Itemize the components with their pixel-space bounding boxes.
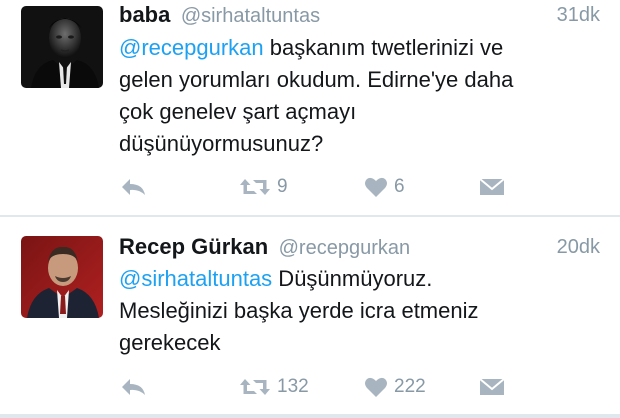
display-name[interactable]: baba — [119, 2, 170, 27]
tweet-header: Recep Gürkan @recepgurkan 20dk — [119, 234, 600, 264]
direct-message-button[interactable] — [479, 172, 505, 202]
tweet-header: baba @sirhataltuntas 31dk — [119, 2, 600, 32]
retweet-icon — [240, 179, 270, 195]
divider — [0, 215, 620, 217]
reply-button[interactable] — [119, 372, 147, 402]
like-button[interactable]: 6 — [364, 172, 405, 202]
avatar-photo-icon — [21, 236, 103, 318]
heart-icon — [365, 177, 387, 197]
tweet-feed: baba @sirhataltuntas 31dk @recepgurkan b… — [0, 0, 620, 418]
tweet-text: @sirhataltuntas Düşünmüyoruz. Mesleğiniz… — [119, 263, 599, 359]
retweet-count: 132 — [277, 376, 309, 397]
user-handle[interactable]: @recepgurkan — [279, 237, 410, 259]
like-button[interactable]: 222 — [364, 372, 426, 402]
mention-link[interactable]: @recepgurkan — [119, 35, 264, 60]
reply-button[interactable] — [119, 172, 147, 202]
direct-message-button[interactable] — [479, 372, 505, 402]
retweet-count: 9 — [277, 176, 288, 197]
retweet-icon — [240, 379, 270, 395]
tweet-actions: 132 222 — [119, 372, 519, 402]
reply-icon — [122, 379, 145, 395]
avatar-photo-icon — [21, 6, 103, 88]
tweet[interactable]: Recep Gürkan @recepgurkan 20dk @sirhatal… — [0, 218, 620, 414]
timestamp[interactable]: 20dk — [557, 236, 600, 259]
like-count: 222 — [394, 376, 426, 397]
user-handle[interactable]: @sirhataltuntas — [181, 5, 320, 27]
reply-icon — [122, 179, 145, 195]
avatar[interactable] — [21, 236, 103, 318]
like-count: 6 — [394, 176, 405, 197]
envelope-icon — [479, 178, 505, 195]
envelope-icon — [479, 378, 505, 395]
display-name[interactable]: Recep Gürkan — [119, 234, 268, 259]
tweet[interactable]: baba @sirhataltuntas 31dk @recepgurkan b… — [0, 0, 620, 216]
divider — [0, 414, 620, 418]
heart-icon — [365, 377, 387, 397]
mention-link[interactable]: @sirhataltuntas — [119, 266, 272, 291]
retweet-button[interactable]: 132 — [239, 372, 309, 402]
avatar[interactable] — [21, 6, 103, 88]
retweet-button[interactable]: 9 — [239, 172, 288, 202]
timestamp[interactable]: 31dk — [557, 4, 600, 27]
tweet-actions: 9 6 — [119, 172, 519, 202]
tweet-text: @recepgurkan başkanım twetlerinizi ve ge… — [119, 32, 599, 160]
